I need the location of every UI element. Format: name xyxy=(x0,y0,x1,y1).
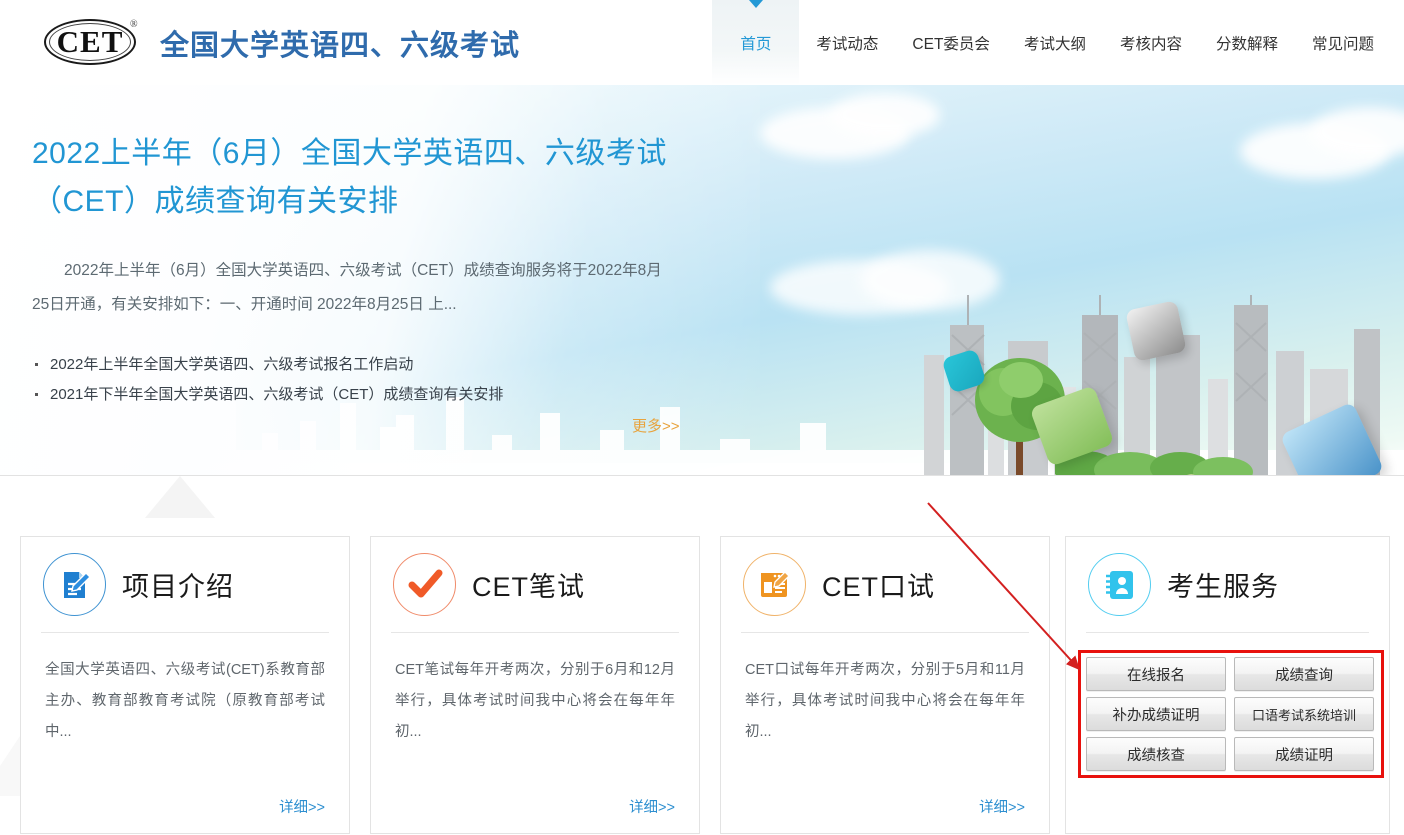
nav-label: 考核内容 xyxy=(1120,32,1182,54)
nav-item-syllabus[interactable]: 考试大纲 xyxy=(1007,0,1103,85)
service-button-score-query[interactable]: 成绩查询 xyxy=(1234,657,1374,691)
nav-label: 常见问题 xyxy=(1312,32,1374,54)
registered-mark-icon: ® xyxy=(130,19,138,30)
hero-banner: 2022上半年（6月）全国大学英语四、六级考试（CET）成绩查询有关安排 202… xyxy=(0,85,1404,476)
nav-label: 考试动态 xyxy=(816,32,878,54)
address-book-icon xyxy=(1088,553,1151,616)
check-mark-icon xyxy=(393,553,456,616)
nav-item-score-explanation[interactable]: 分数解释 xyxy=(1199,0,1295,85)
card-candidate-services[interactable]: 考生服务 在线报名 成绩查询 补办成绩证明 口语考试系统培训 成绩核查 成绩证明 xyxy=(1065,536,1390,834)
card-header: CET笔试 xyxy=(371,537,699,632)
nav-label: 分数解释 xyxy=(1216,32,1278,54)
banner-news-item[interactable]: 2021年下半年全国大学英语四、六级考试（CET）成绩查询有关安排 xyxy=(32,380,700,410)
card-cet-oral[interactable]: CET口试 CET口试每年开考两次，分别于5月和11月举行，具体考试时间我中心将… xyxy=(720,536,1050,834)
card-header: CET口试 xyxy=(721,537,1049,632)
service-buttons-highlight-box: 在线报名 成绩查询 补办成绩证明 口语考试系统培训 成绩核查 成绩证明 xyxy=(1078,650,1384,778)
banner-text-block: 2022上半年（6月）全国大学英语四、六级考试（CET）成绩查询有关安排 202… xyxy=(0,85,700,410)
site-header: CET ® 全国大学英语四、六级考试 首页 考试动态 CET委员会 考试大纲 考… xyxy=(0,0,1404,85)
service-buttons-grid: 在线报名 成绩查询 补办成绩证明 口语考试系统培训 成绩核查 成绩证明 xyxy=(1086,657,1376,771)
nav-item-cet-committee[interactable]: CET委员会 xyxy=(895,0,1007,85)
banner-headline[interactable]: 2022上半年（6月）全国大学英语四、六级考试（CET）成绩查询有关安排 xyxy=(32,130,700,226)
service-button-online-registration[interactable]: 在线报名 xyxy=(1086,657,1226,691)
divider xyxy=(1086,632,1369,633)
nav-label: 首页 xyxy=(740,32,771,54)
card-title: 项目介绍 xyxy=(122,565,234,604)
cube-icon-piano xyxy=(1125,300,1187,362)
banner-news-item[interactable]: 2022年上半年全国大学英语四、六级考试报名工作启动 xyxy=(32,350,700,380)
form-pencil-icon xyxy=(743,553,806,616)
card-description[interactable]: 全国大学英语四、六级考试(CET)系教育部主办、教育部教育考试院（原教育部考试中… xyxy=(45,655,325,748)
document-pencil-icon xyxy=(43,553,106,616)
card-body: 全国大学英语四、六级考试(CET)系教育部主办、教育部教育考试院（原教育部考试中… xyxy=(21,633,349,748)
main-nav: 首页 考试动态 CET委员会 考试大纲 考核内容 分数解释 常见问题 xyxy=(712,0,1404,85)
card-detail-link[interactable]: 详细>> xyxy=(279,796,325,817)
nav-label: 考试大纲 xyxy=(1024,32,1086,54)
nav-item-faq[interactable]: 常见问题 xyxy=(1295,0,1404,85)
cet-homepage: CET ® 全国大学英语四、六级考试 首页 考试动态 CET委员会 考试大纲 考… xyxy=(0,0,1404,835)
cards-section: 项目介绍 全国大学英语四、六级考试(CET)系教育部主办、教育部教育考试院（原教… xyxy=(0,476,1404,835)
service-button-score-verification[interactable]: 成绩核查 xyxy=(1086,737,1226,771)
chevron-down-icon xyxy=(749,0,763,8)
cet-logo-icon: CET ® xyxy=(42,17,142,69)
cet-logo-text: CET xyxy=(42,17,138,67)
card-body: CET口试每年开考两次，分别于5月和11月举行，具体考试时间我中心将会在每年年初… xyxy=(721,633,1049,748)
nav-label: CET委员会 xyxy=(912,32,990,54)
service-button-oral-exam-training[interactable]: 口语考试系统培训 xyxy=(1234,697,1374,731)
card-header: 考生服务 xyxy=(1066,537,1389,632)
banner-more-link[interactable]: 更多>> xyxy=(632,415,680,436)
site-title: 全国大学英语四、六级考试 xyxy=(160,22,520,64)
card-title: 考生服务 xyxy=(1167,565,1279,604)
card-header: 项目介绍 xyxy=(21,537,349,632)
service-button-reissue-certificate[interactable]: 补办成绩证明 xyxy=(1086,697,1226,731)
card-project-intro[interactable]: 项目介绍 全国大学英语四、六级考试(CET)系教育部主办、教育部教育考试院（原教… xyxy=(20,536,350,834)
card-description[interactable]: CET笔试每年开考两次，分别于6月和12月举行，具体考试时间我中心将会在每年年初… xyxy=(395,655,675,748)
card-cet-written[interactable]: CET笔试 CET笔试每年开考两次，分别于6月和12月举行，具体考试时间我中心将… xyxy=(370,536,700,834)
nav-item-exam-news[interactable]: 考试动态 xyxy=(799,0,895,85)
service-button-score-certificate[interactable]: 成绩证明 xyxy=(1234,737,1374,771)
card-title: CET口试 xyxy=(822,565,935,604)
card-body: CET笔试每年开考两次，分别于6月和12月举行，具体考试时间我中心将会在每年年初… xyxy=(371,633,699,748)
cloud-icon xyxy=(830,93,940,137)
brand[interactable]: CET ® 全国大学英语四、六级考试 xyxy=(0,17,520,69)
card-detail-link[interactable]: 详细>> xyxy=(629,796,675,817)
card-detail-link[interactable]: 详细>> xyxy=(979,796,1025,817)
card-description[interactable]: CET口试每年开考两次，分别于5月和11月举行，具体考试时间我中心将会在每年年初… xyxy=(745,655,1025,748)
banner-summary[interactable]: 2022年上半年（6月）全国大学英语四、六级考试（CET）成绩查询服务将于202… xyxy=(32,254,662,322)
nav-item-home[interactable]: 首页 xyxy=(712,0,799,85)
nav-item-assessment-content[interactable]: 考核内容 xyxy=(1103,0,1199,85)
banner-news-list: 2022年上半年全国大学英语四、六级考试报名工作启动 2021年下半年全国大学英… xyxy=(32,350,700,410)
card-title: CET笔试 xyxy=(472,565,585,604)
